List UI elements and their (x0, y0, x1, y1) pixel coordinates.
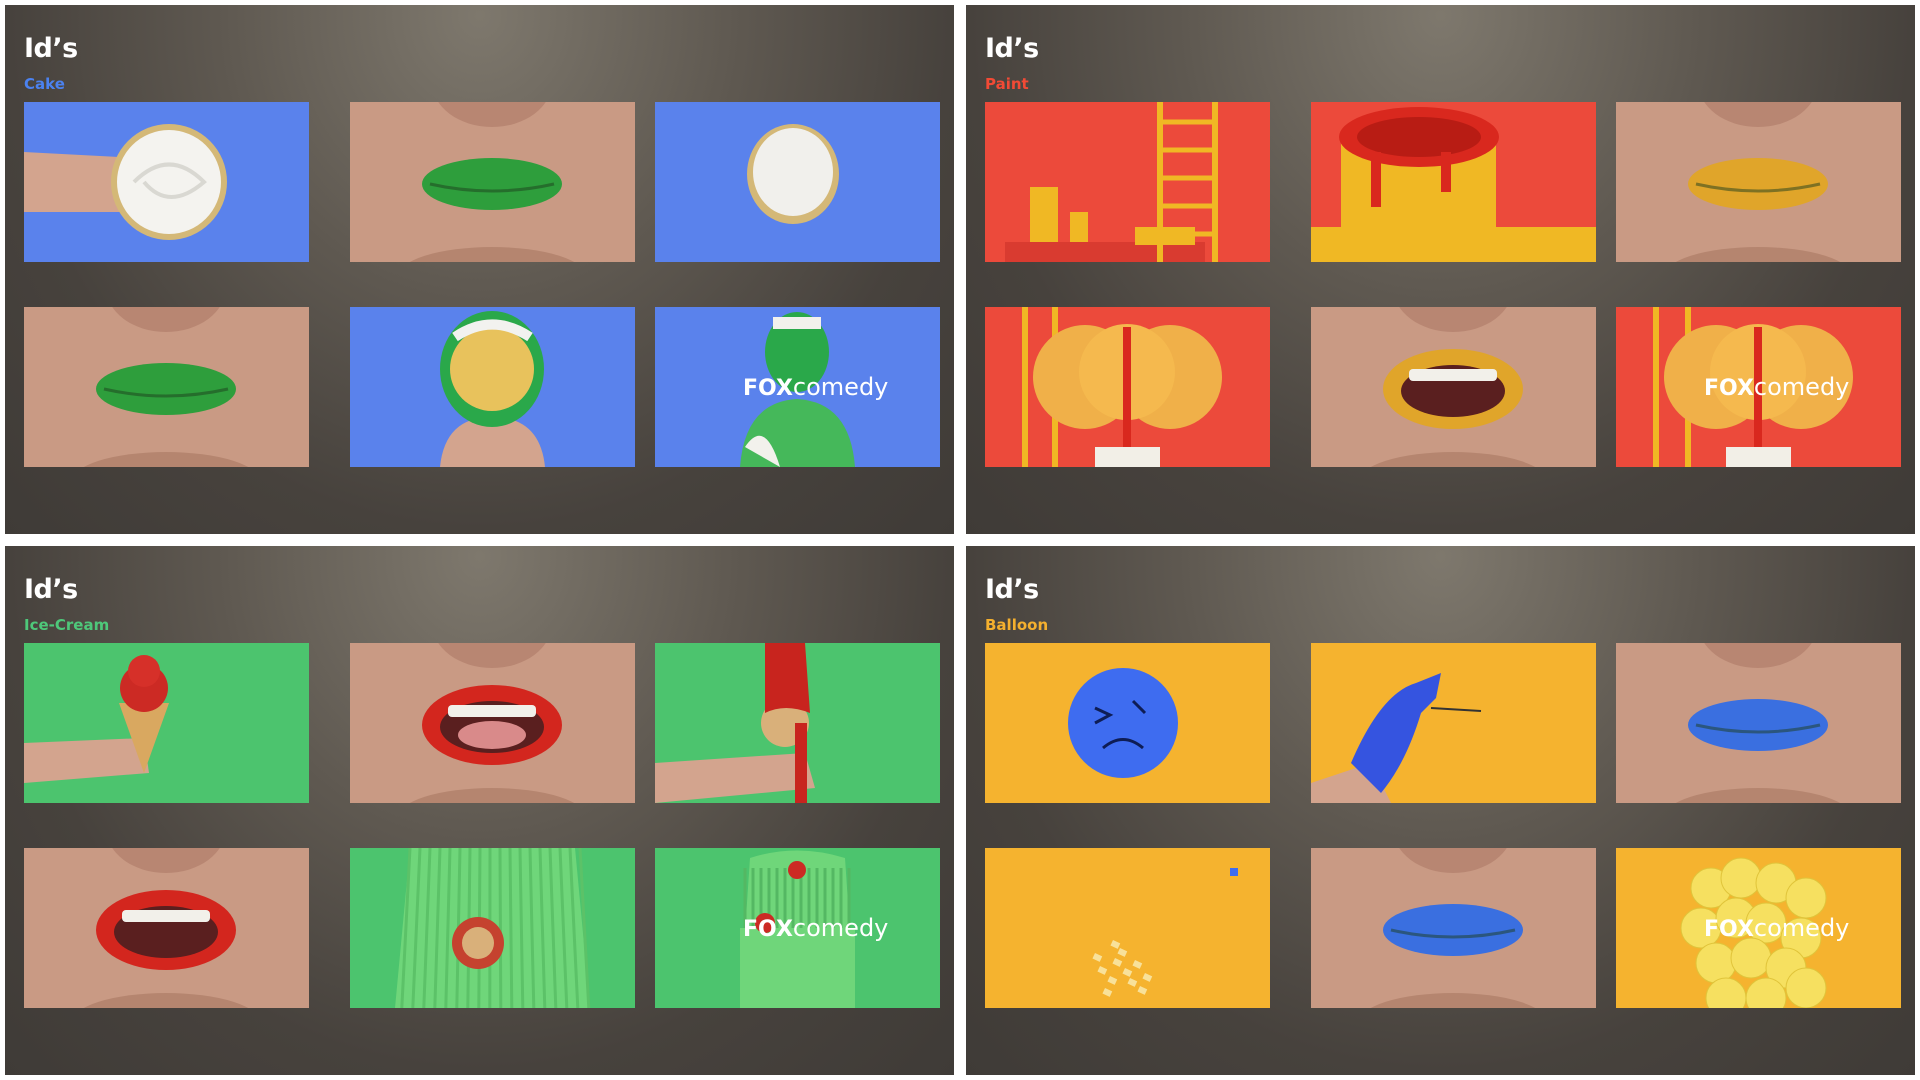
storyboard-frame-green-lips-biting (24, 307, 309, 467)
frame-image (350, 102, 635, 262)
frame-image (24, 848, 309, 1008)
storyboard-frame-cream-pie (655, 102, 940, 262)
storyboard-panel-2: Id’s Paint FOXcomedy (966, 5, 1915, 534)
logo-light-text: comedy (793, 914, 888, 942)
storyboard-frame-hand-holding-ice-cream-cone (24, 643, 309, 803)
logo-bold-text: FOX (743, 917, 793, 942)
frame-image (24, 307, 309, 467)
frame-image (985, 102, 1270, 262)
fox-comedy-logo: FOXcomedy (1704, 373, 1849, 401)
storyboard-frame-clown-afro: FOXcomedy (1616, 307, 1901, 467)
frame-image (24, 643, 309, 803)
storyboard-frame-blue-lips-biting (1311, 848, 1596, 1008)
logo-light-text: comedy (1754, 914, 1849, 942)
frame-image (985, 848, 1270, 1008)
frame-image: FOXcomedy (1616, 307, 1901, 467)
fox-comedy-logo: FOXcomedy (743, 373, 888, 401)
fox-comedy-logo: FOXcomedy (743, 914, 888, 942)
storyboard-frame-yellow-lips-open-mouth (1311, 307, 1596, 467)
frame-image (1616, 102, 1901, 262)
frame-image (1311, 307, 1596, 467)
frame-image (350, 643, 635, 803)
logo-light-text: comedy (793, 373, 888, 401)
frame-image (985, 307, 1270, 467)
storyboard-frame-paint-cans-and-ladder (985, 102, 1270, 262)
frame-image (350, 848, 635, 1008)
panel-subtitle: Paint (985, 75, 1029, 93)
logo-bold-text: FOX (743, 376, 793, 401)
frame-image: FOXcomedy (1616, 848, 1901, 1008)
storyboard-frame-blue-lips-pucker (1616, 643, 1901, 803)
frame-image (985, 643, 1270, 803)
storyboard-frame-green-hair-cone (350, 848, 635, 1008)
panel-subtitle: Ice-Cream (24, 616, 110, 634)
storyboard-frame-balloon-burst-confetti (985, 848, 1270, 1008)
frame-image (350, 307, 635, 467)
panel-title: Id’s (985, 33, 1039, 64)
panel-subtitle: Balloon (985, 616, 1049, 634)
storyboard-frame-blue-sad-face-balloon (985, 643, 1270, 803)
storyboard-panel-4: Id’s Balloon FOXcomedy (966, 546, 1915, 1075)
frame-image: FOXcomedy (655, 307, 940, 467)
panel-title: Id’s (985, 574, 1039, 605)
fox-comedy-logo: FOXcomedy (1704, 914, 1849, 942)
frame-image: FOXcomedy (655, 848, 940, 1008)
storyboard-frame-yellow-lips (1616, 102, 1901, 262)
storyboard-frame-blue-glove-with-needle (1311, 643, 1596, 803)
frame-image (1311, 643, 1596, 803)
storyboard-frame-red-lips-teeth (24, 848, 309, 1008)
panel-title: Id’s (24, 33, 78, 64)
logo-bold-text: FOX (1704, 376, 1754, 401)
frame-image (655, 102, 940, 262)
logo-bold-text: FOX (1704, 917, 1754, 942)
storyboard-frame-red-lips-tongue (350, 643, 635, 803)
panel-title: Id’s (24, 574, 78, 605)
panel-subtitle: Cake (24, 75, 65, 93)
storyboard-frame-pie-in-face (350, 307, 635, 467)
storyboard-frame-green-lips-biting (350, 102, 635, 262)
storyboard-frame-clown-afro-with-ladder (985, 307, 1270, 467)
storyboard-frame-hand-holding-cream-pie (24, 102, 309, 262)
frame-image (1311, 102, 1596, 262)
storyboard-frame-yellow-balloon-cluster: FOXcomedy (1616, 848, 1901, 1008)
storyboard-frame-dripping-paint-can (1311, 102, 1596, 262)
frame-image (1616, 643, 1901, 803)
storyboard-panel-3: Id’s Ice-Cream FOXcomedy (5, 546, 954, 1075)
logo-light-text: comedy (1754, 373, 1849, 401)
frame-image (655, 643, 940, 803)
frame-image (24, 102, 309, 262)
storyboard-frame-green-hair-figure: FOXcomedy (655, 848, 940, 1008)
frame-image (1311, 848, 1596, 1008)
storyboard-frame-melting-ice-cream-cone (655, 643, 940, 803)
storyboard-frame-cream-covered-figure: FOXcomedy (655, 307, 940, 467)
storyboard-panel-1: Id’s Cake FOXcomedy (5, 5, 954, 534)
